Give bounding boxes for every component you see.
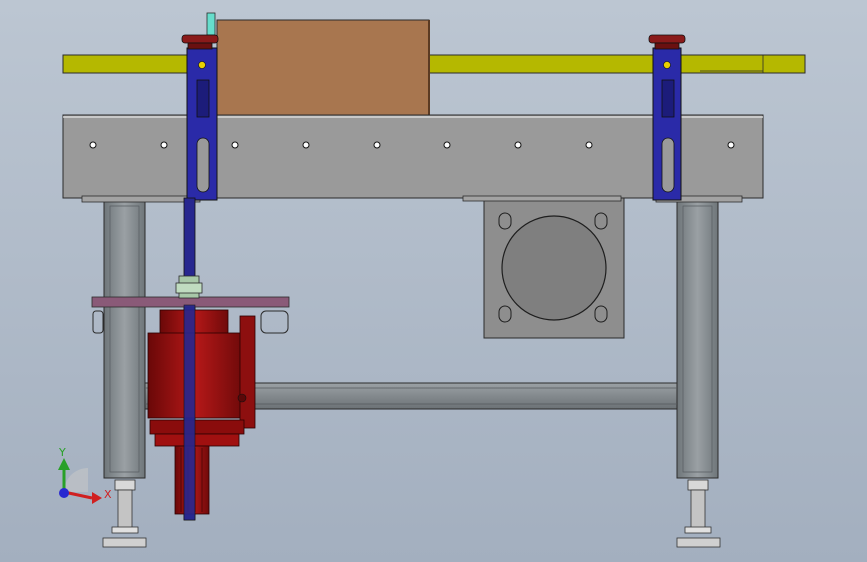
right-rail-bracket: [652, 47, 682, 201]
right-leg: [676, 199, 719, 479]
product-box: [216, 19, 430, 117]
motor-mount-plate: [483, 196, 625, 339]
conveyor-hole: [231, 141, 239, 149]
x-axis-label: X: [104, 488, 112, 501]
drive-shaft-front: [183, 304, 196, 521]
y-axis-arrow: [58, 458, 70, 470]
conveyor-hole: [514, 141, 522, 149]
conveyor-hole: [160, 141, 168, 149]
y-axis-label: Y: [58, 446, 66, 459]
guide-rail: [62, 54, 806, 74]
right-adjust-knob: [648, 34, 686, 50]
cad-viewport[interactable]: Y X: [0, 0, 867, 562]
x-axis-arrow: [92, 492, 102, 504]
conveyor-hole: [89, 141, 97, 149]
conveyor-hole: [585, 141, 593, 149]
conveyor-hole: [443, 141, 451, 149]
z-axis-dot: [59, 488, 69, 498]
conveyor-hole: [302, 141, 310, 149]
right-leveling-foot: [676, 479, 721, 548]
conveyor-assembly-drawing: Y X: [58, 12, 806, 548]
conveyor-hole: [727, 141, 735, 149]
gear-motor: [147, 275, 256, 515]
left-leg: [103, 199, 146, 479]
left-adjust-knob: [181, 34, 219, 50]
conveyor-hole: [373, 141, 381, 149]
